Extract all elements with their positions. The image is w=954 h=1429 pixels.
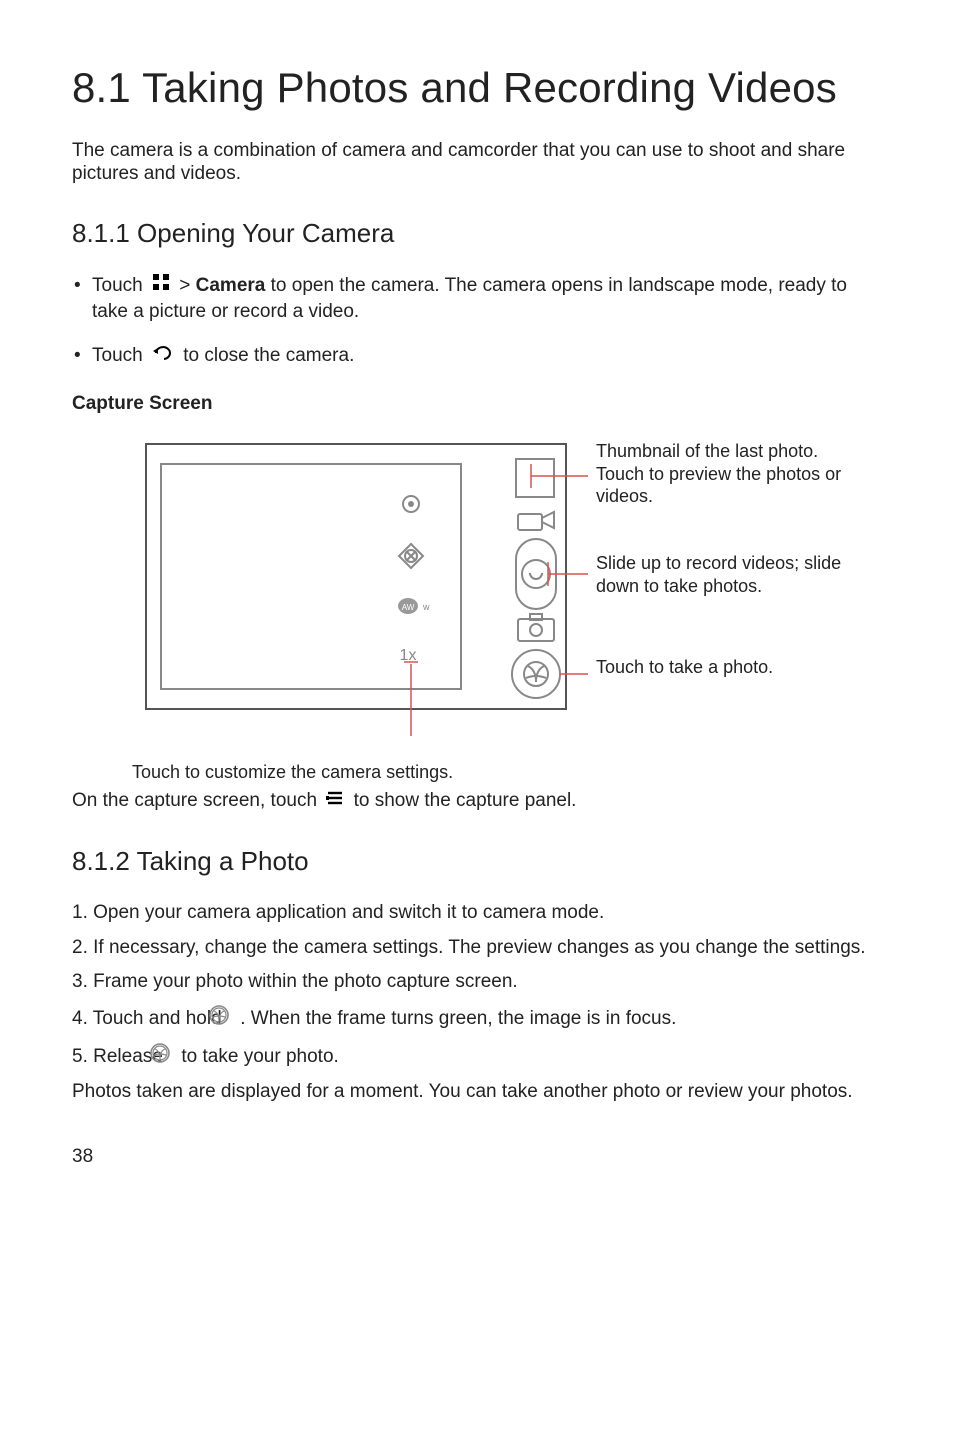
- after-diagram-line: On the capture screen, touch to show the…: [72, 788, 882, 814]
- step-1: 1. Open your camera application and swit…: [72, 901, 882, 926]
- subsection-8-1-2: 8.1.2 Taking a Photo: [72, 844, 882, 879]
- section-heading: 8.1 Taking Photos and Recording Videos: [72, 60, 882, 117]
- page-number: 38: [72, 1144, 882, 1170]
- callout-shutter: Touch to take a photo.: [596, 656, 866, 679]
- capture-screen-label: Capture Screen: [72, 391, 882, 417]
- conclusion-paragraph: Photos taken are displayed for a moment.…: [72, 1080, 882, 1104]
- after-pre: On the capture screen, touch: [72, 790, 322, 811]
- callout-slide: Slide up to record videos; slide down to…: [596, 552, 866, 597]
- step5-post: to take your photo.: [181, 1046, 338, 1067]
- back-arrow-icon: [152, 343, 174, 369]
- apps-grid-icon: [152, 273, 170, 299]
- bullet1-bold: Camera: [196, 275, 266, 296]
- capture-screen-diagram: AW w 1x Thumbnail of the last photo. Tou…: [126, 434, 882, 756]
- step4-pre: 4. Touch and hold: [72, 1008, 227, 1029]
- bullet-close-camera: Touch to close the camera.: [72, 343, 882, 369]
- svg-text:w: w: [422, 602, 430, 612]
- bullet2-pre: Touch: [92, 345, 143, 366]
- subsection-8-1-1: 8.1.1 Opening Your Camera: [72, 216, 882, 251]
- bullet1-mid: >: [179, 275, 195, 296]
- step4-post: . When the frame turns green, the image …: [240, 1008, 676, 1029]
- bullet1-pre: Touch: [92, 275, 143, 296]
- bullet2-post: to close the camera.: [183, 345, 354, 366]
- step-5: 5. Release to take your photo.: [72, 1043, 882, 1071]
- callout-customize: Touch to customize the camera settings.: [132, 760, 882, 784]
- panel-menu-icon: [326, 788, 344, 814]
- callout-thumbnail: Thumbnail of the last photo. Touch to pr…: [596, 440, 866, 508]
- step-4: 4. Touch and hold . When the frame turns…: [72, 1005, 882, 1033]
- bullet-open-camera: Touch > Camera to open the camera. The c…: [72, 273, 882, 324]
- step-2: 2. If necessary, change the camera setti…: [72, 936, 882, 961]
- after-post: to show the capture panel.: [354, 790, 577, 811]
- aw-label: AW: [402, 603, 415, 612]
- step-3: 3. Frame your photo within the photo cap…: [72, 970, 882, 995]
- intro-paragraph: The camera is a combination of camera an…: [72, 139, 882, 187]
